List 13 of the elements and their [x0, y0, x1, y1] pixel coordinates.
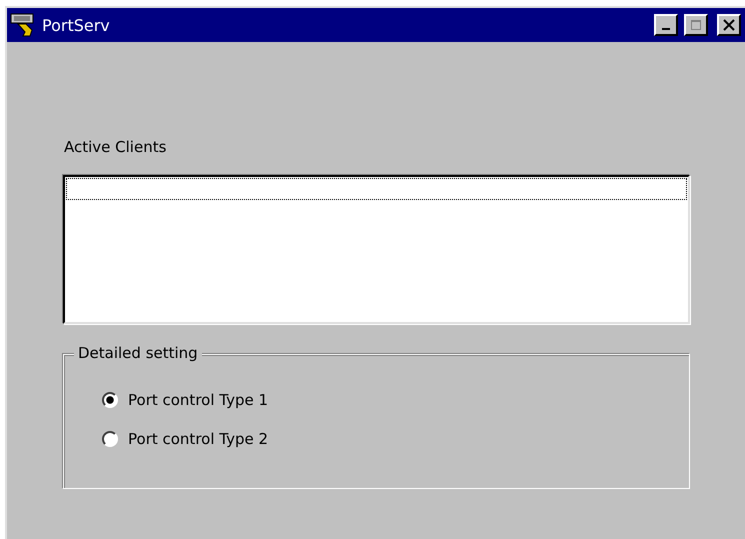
radio-option[interactable]: Port control Type 2: [102, 430, 689, 448]
window-title: PortServ: [42, 16, 111, 34]
clients-list[interactable]: [63, 175, 690, 324]
close-button[interactable]: [717, 14, 741, 36]
minimize-icon: [662, 28, 670, 30]
port-icon: [10, 12, 36, 38]
minimize-button[interactable]: [654, 14, 678, 36]
maximize-icon: [690, 19, 702, 31]
group-title: Detailed setting: [74, 344, 202, 362]
clients-label: Active Clients: [64, 138, 168, 156]
radio-option[interactable]: Port control Type 1: [102, 391, 689, 409]
maximize-button[interactable]: [684, 14, 708, 36]
close-icon: [723, 19, 735, 31]
